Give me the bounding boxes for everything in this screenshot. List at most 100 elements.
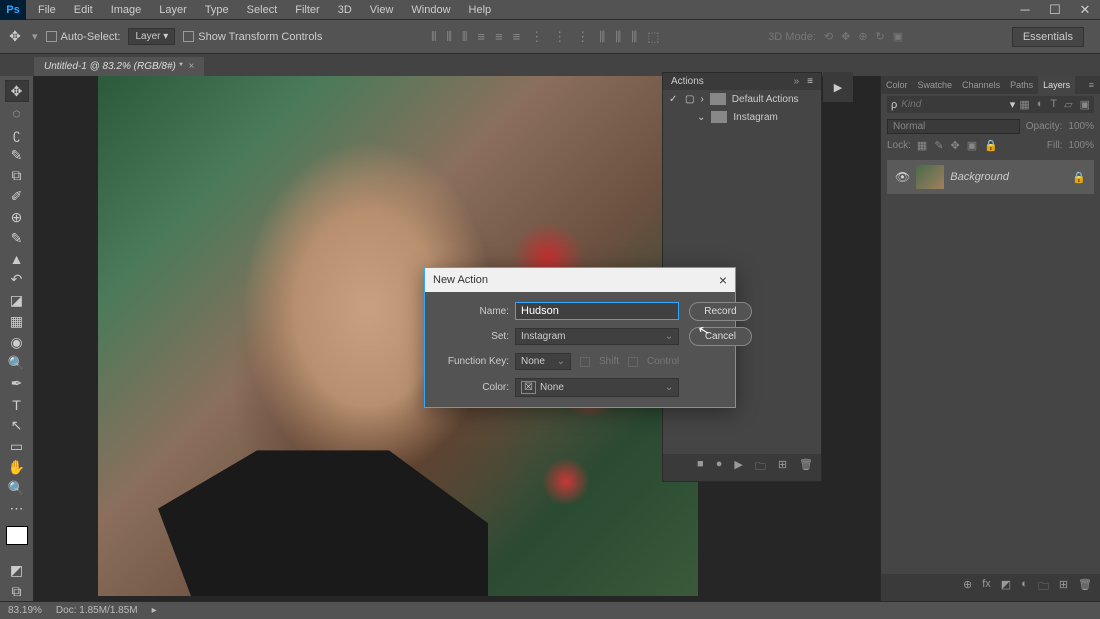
fx-icon[interactable]: fx: [982, 578, 991, 597]
distribute-icon[interactable]: ⫼: [599, 29, 605, 45]
close-icon[interactable]: ×: [719, 272, 727, 288]
pen-tool[interactable]: ✒: [5, 375, 29, 394]
zoom-icon[interactable]: ⊕: [858, 30, 867, 43]
play-button-collapsed[interactable]: ▶: [823, 72, 853, 102]
record-icon[interactable]: ●: [716, 458, 723, 477]
menu-edit[interactable]: Edit: [66, 1, 101, 19]
tab-color[interactable]: Color: [881, 76, 913, 94]
move-tool[interactable]: ✥: [5, 80, 29, 102]
stop-icon[interactable]: ■: [697, 458, 704, 477]
lock-artboard-icon[interactable]: ▣: [967, 139, 977, 152]
auto-select-dropdown[interactable]: Layer ▾: [128, 28, 175, 45]
align-icon[interactable]: ⫴: [431, 29, 436, 45]
lasso-tool[interactable]: ʗ: [5, 125, 29, 144]
visibility-icon[interactable]: 👁: [895, 170, 910, 184]
color-dropdown[interactable]: ☒None⌄: [515, 378, 679, 397]
magic-wand-tool[interactable]: ✎: [5, 146, 29, 165]
doc-info[interactable]: Doc: 1.85M/1.85M: [56, 605, 138, 616]
auto-select-checkbox[interactable]: [46, 31, 57, 42]
align-icon[interactable]: ≡: [513, 29, 521, 45]
new-action-icon[interactable]: ⊞: [778, 458, 787, 477]
new-layer-icon[interactable]: ⊞: [1059, 578, 1068, 597]
lock-move-icon[interactable]: ✥: [951, 139, 960, 152]
orbit-icon[interactable]: ⟲: [824, 30, 833, 43]
distribute-icon[interactable]: ⫼: [631, 29, 637, 45]
distribute-icon[interactable]: ⋮: [576, 29, 589, 45]
eraser-tool[interactable]: ◪: [5, 291, 29, 310]
marquee-tool[interactable]: ◌: [5, 104, 29, 123]
filter-type-icon[interactable]: T: [1050, 98, 1057, 111]
record-button[interactable]: Record: [689, 302, 751, 321]
close-window-button[interactable]: ✕: [1070, 0, 1100, 20]
color-swatch[interactable]: [6, 526, 28, 545]
menu-window[interactable]: Window: [403, 1, 458, 19]
blend-mode-dropdown[interactable]: Normal: [887, 119, 1020, 134]
close-tab-icon[interactable]: ×: [189, 61, 195, 72]
filter-dropdown-icon[interactable]: ▾: [1010, 98, 1016, 111]
group-icon[interactable]: 🗀: [1038, 578, 1049, 597]
brush-tool[interactable]: ✎: [5, 229, 29, 248]
action-name-input[interactable]: [515, 302, 679, 320]
tab-layers[interactable]: Layers: [1038, 76, 1075, 94]
minimize-button[interactable]: ─: [1010, 0, 1040, 20]
set-dropdown[interactable]: Instagram⌄: [515, 328, 679, 345]
edit-toolbar[interactable]: ⋯: [5, 499, 29, 518]
adjustment-icon[interactable]: ◐: [1021, 578, 1028, 597]
filter-pixel-icon[interactable]: ▦: [1019, 98, 1029, 111]
align-icon[interactable]: ⫴: [447, 29, 452, 45]
lock-pixels-icon[interactable]: ▦: [917, 139, 927, 152]
lock-all-icon[interactable]: 🔒: [984, 139, 998, 152]
zoom-level[interactable]: 83.19%: [8, 605, 42, 616]
panel-menu-icon[interactable]: ≡: [1083, 76, 1100, 94]
lock-icon[interactable]: 🔒: [1072, 171, 1086, 184]
filter-adjust-icon[interactable]: ◐: [1037, 98, 1044, 111]
folder-icon[interactable]: 🗀: [755, 458, 766, 477]
menu-file[interactable]: File: [30, 1, 64, 19]
history-brush-tool[interactable]: ↶: [5, 271, 29, 290]
fill-value[interactable]: 100%: [1068, 140, 1094, 151]
dialog-titlebar[interactable]: New Action ×: [425, 268, 735, 292]
healing-tool[interactable]: ⊕: [5, 208, 29, 227]
hand-tool[interactable]: ✋: [5, 458, 29, 477]
filter-shape-icon[interactable]: ▱: [1064, 98, 1072, 111]
action-row[interactable]: ⌄ Instagram: [663, 108, 821, 126]
trash-icon[interactable]: 🗑: [1078, 578, 1092, 597]
maximize-button[interactable]: ☐: [1040, 0, 1070, 20]
menu-select[interactable]: Select: [239, 1, 286, 19]
tab-paths[interactable]: Paths: [1005, 76, 1038, 94]
status-chevron-icon[interactable]: ▸: [152, 605, 157, 616]
camera-icon[interactable]: ▣: [893, 30, 903, 43]
quick-mask[interactable]: ◩: [5, 561, 29, 580]
distribute-icon[interactable]: ⋮: [553, 29, 566, 45]
type-tool[interactable]: T: [5, 395, 29, 414]
pan-icon[interactable]: ✥: [841, 30, 850, 43]
crop-tool[interactable]: ⧉: [5, 166, 29, 185]
menu-image[interactable]: Image: [103, 1, 150, 19]
align-icon[interactable]: ⫴: [462, 29, 467, 45]
shape-tool[interactable]: ▭: [5, 437, 29, 456]
menu-3d[interactable]: 3D: [330, 1, 360, 19]
action-row[interactable]: ✓ ▢ › Default Actions: [663, 90, 821, 108]
lock-position-icon[interactable]: ✎: [934, 139, 943, 152]
show-transform-checkbox[interactable]: [183, 31, 194, 42]
document-tab[interactable]: Untitled-1 @ 83.2% (RGB/8#) * ×: [34, 57, 204, 76]
expand-icon[interactable]: ›: [700, 94, 703, 105]
dialog-toggle-icon[interactable]: ▢: [685, 94, 694, 105]
panel-menu-icon[interactable]: ≡: [807, 76, 813, 87]
distribute-icon[interactable]: ⋮: [530, 29, 543, 45]
filter-smart-icon[interactable]: ▣: [1080, 98, 1090, 111]
link-icon[interactable]: ⊕: [963, 578, 972, 597]
zoom-tool[interactable]: 🔍: [5, 479, 29, 498]
workspace-switcher[interactable]: Essentials: [1012, 27, 1084, 47]
rotate-icon[interactable]: ↻: [876, 30, 885, 43]
align-icon[interactable]: ≡: [495, 29, 503, 45]
opacity-value[interactable]: 100%: [1068, 121, 1094, 132]
shift-checkbox[interactable]: [580, 357, 590, 367]
play-icon[interactable]: ▶: [734, 458, 742, 477]
path-tool[interactable]: ↖: [5, 416, 29, 435]
menu-type[interactable]: Type: [197, 1, 237, 19]
collapse-icon[interactable]: »: [794, 76, 800, 87]
menu-filter[interactable]: Filter: [287, 1, 327, 19]
layer-row[interactable]: 👁 Background 🔒: [887, 160, 1094, 194]
distribute-icon[interactable]: ⫼: [615, 29, 621, 45]
